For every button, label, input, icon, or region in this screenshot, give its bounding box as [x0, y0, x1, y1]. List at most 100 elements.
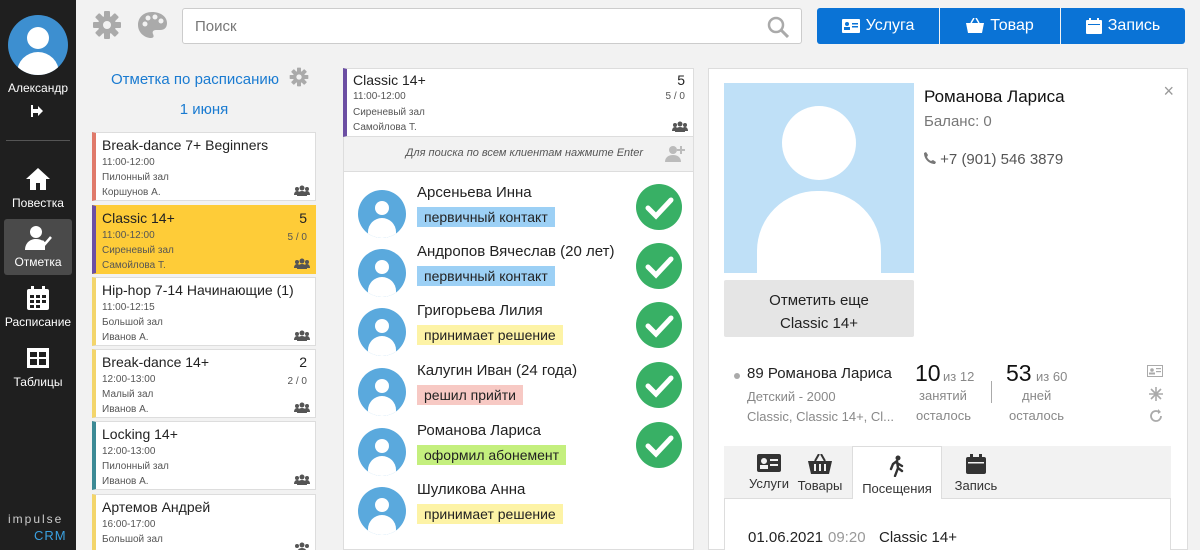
- add-booking-button[interactable]: Запись: [1061, 8, 1185, 44]
- add-service-button[interactable]: Услуга: [817, 8, 939, 44]
- card-time: 12:00-13:00: [102, 446, 156, 457]
- days-total: из 60: [1036, 369, 1068, 384]
- card-room: Большой зал: [102, 317, 163, 328]
- close-icon[interactable]: ×: [1163, 82, 1174, 100]
- service-label: Услуга: [865, 17, 915, 34]
- profile-balance: Баланс: 0: [924, 113, 992, 130]
- client-row[interactable]: Григорьева Лилия принимает решение: [344, 300, 693, 358]
- card-time: 11:00-12:00: [102, 230, 155, 241]
- card-teacher: Иванов А.: [102, 476, 149, 487]
- card-room: Большой зал: [102, 534, 163, 545]
- card-title: Classic 14+: [102, 210, 175, 226]
- group-icon: [294, 330, 310, 341]
- nav-divider: [6, 140, 70, 141]
- visit-row[interactable]: 01.06.2021 09:20 Classic 14+: [724, 499, 1171, 550]
- refresh-icon[interactable]: [1149, 409, 1163, 423]
- client-name: Андропов Вячеслав (20 лет): [417, 243, 615, 260]
- basket-icon: [966, 18, 985, 33]
- card-room: Малый зал: [102, 389, 154, 400]
- check-icon[interactable]: [636, 422, 682, 468]
- client-avatar: [358, 308, 406, 356]
- client-row[interactable]: Романова Лариса оформил абонемент: [344, 420, 693, 478]
- check-icon[interactable]: [636, 302, 682, 348]
- schedule-date[interactable]: 1 июня: [90, 101, 318, 118]
- lesson-room: Сиреневый зал: [353, 107, 425, 118]
- card-teacher: Коршунов А.: [102, 187, 161, 198]
- schedule-card[interactable]: Hip-hop 7-14 Начинающие (1) 11:00-12:15 …: [92, 277, 316, 346]
- user-check-icon: [25, 226, 52, 250]
- gear-icon[interactable]: [289, 67, 309, 87]
- card-title: Артемов Андрей: [102, 499, 211, 515]
- card-time: 11:00-12:00: [102, 157, 155, 168]
- profile-photo[interactable]: [724, 83, 914, 273]
- mark-again-label: Отметить еще: [769, 292, 869, 309]
- logo-text-top: impulse: [8, 512, 64, 526]
- group-icon: [672, 121, 688, 132]
- tab-booking[interactable]: Запись: [931, 446, 1021, 499]
- check-icon[interactable]: [636, 184, 682, 230]
- nav-item-attendance[interactable]: Отметка: [4, 219, 72, 275]
- nav-item-label: Расписание: [4, 315, 72, 329]
- schedule-card[interactable]: Break-dance 14+ 2 12:00-13:00 2 / 0 Малы…: [92, 349, 316, 418]
- schedule-card[interactable]: Locking 14+ 12:00-13:00 Пилонный зал Ива…: [92, 421, 316, 490]
- card-title: Locking 14+: [102, 426, 178, 442]
- schedule-card[interactable]: Break-dance 7+ Beginners 11:00-12:00 Пил…: [92, 132, 316, 201]
- search-input[interactable]: [183, 9, 743, 43]
- group-icon: [295, 542, 309, 550]
- client-row[interactable]: Андропов Вячеслав (20 лет) первичный кон…: [344, 241, 693, 299]
- search-icon[interactable]: [767, 16, 789, 38]
- schedule-title[interactable]: Отметка по расписанию: [90, 71, 300, 88]
- add-product-button[interactable]: Товар: [940, 8, 1060, 44]
- card-ratio: 5 / 0: [287, 232, 307, 243]
- lessons-label: занятий: [919, 388, 967, 403]
- user-name: Александр: [7, 81, 69, 95]
- card-ratio: 2 / 0: [287, 376, 307, 387]
- subscription-name[interactable]: 89 Романова Лариса: [747, 365, 892, 382]
- group-icon: [294, 474, 310, 485]
- client-avatar: [358, 249, 406, 297]
- client-status-badge: первичный контакт: [417, 207, 555, 227]
- card-teacher: Самойлова Т.: [102, 260, 166, 271]
- client-list: Арсеньева Инна первичный контакт Андропо…: [343, 171, 694, 550]
- nav-item-label: Отметка: [14, 255, 62, 269]
- phone-icon: [924, 152, 936, 164]
- user-avatar[interactable]: [8, 15, 68, 75]
- logout-icon[interactable]: [0, 104, 76, 121]
- walking-icon: [889, 455, 904, 477]
- client-row[interactable]: Шуликова Анна принимает решение: [344, 479, 693, 537]
- basket-icon: [808, 454, 832, 474]
- tab-visits[interactable]: Посещения: [852, 446, 942, 499]
- nav-item-agenda[interactable]: Повестка: [4, 160, 72, 216]
- id-card-icon[interactable]: [1147, 365, 1163, 377]
- snowflake-icon[interactable]: [1149, 387, 1163, 401]
- gear-icon[interactable]: [92, 10, 122, 40]
- palette-icon[interactable]: [136, 10, 168, 40]
- nav-item-schedule[interactable]: Расписание: [4, 279, 72, 335]
- tab-label: Посещения: [862, 481, 932, 496]
- card-title: Hip-hop 7-14 Начинающие (1): [102, 282, 294, 298]
- client-avatar: [358, 190, 406, 238]
- subscription-classes: Classic, Classic 14+, Cl...: [747, 409, 895, 424]
- client-avatar: [358, 487, 406, 535]
- client-profile-panel: Отметить еще Classic 14+ Романова Лариса…: [708, 68, 1188, 550]
- group-icon: [294, 185, 310, 196]
- add-user-icon[interactable]: [665, 145, 685, 163]
- client-row[interactable]: Арсеньева Инна первичный контакт: [344, 182, 693, 240]
- nav-item-tables[interactable]: Таблицы: [4, 339, 72, 395]
- product-label: Товар: [990, 17, 1034, 34]
- lesson-count: 5: [677, 72, 685, 88]
- client-status-badge: принимает решение: [417, 325, 563, 345]
- client-name: Калугин Иван (24 года): [417, 362, 578, 379]
- search-box[interactable]: [182, 8, 802, 44]
- mark-again-button[interactable]: Отметить еще Classic 14+: [724, 280, 914, 337]
- profile-phone[interactable]: +7 (901) 546 3879: [924, 151, 1063, 168]
- lesson-header: Classic 14+ 5 11:00-12:00 5 / 0 Сиреневы…: [343, 68, 694, 137]
- schedule-card-selected[interactable]: Classic 14+ 5 11:00-12:00 5 / 0 Сиреневы…: [92, 205, 316, 274]
- check-icon[interactable]: [636, 243, 682, 289]
- client-row[interactable]: Калугин Иван (24 года) решил прийти: [344, 360, 693, 418]
- schedule-card[interactable]: Артемов Андрей 16:00-17:00 Большой зал: [92, 494, 316, 550]
- client-status-badge: принимает решение: [417, 504, 563, 524]
- lessons-left: 10: [915, 360, 941, 386]
- check-icon[interactable]: [636, 362, 682, 408]
- table-icon: [27, 348, 49, 368]
